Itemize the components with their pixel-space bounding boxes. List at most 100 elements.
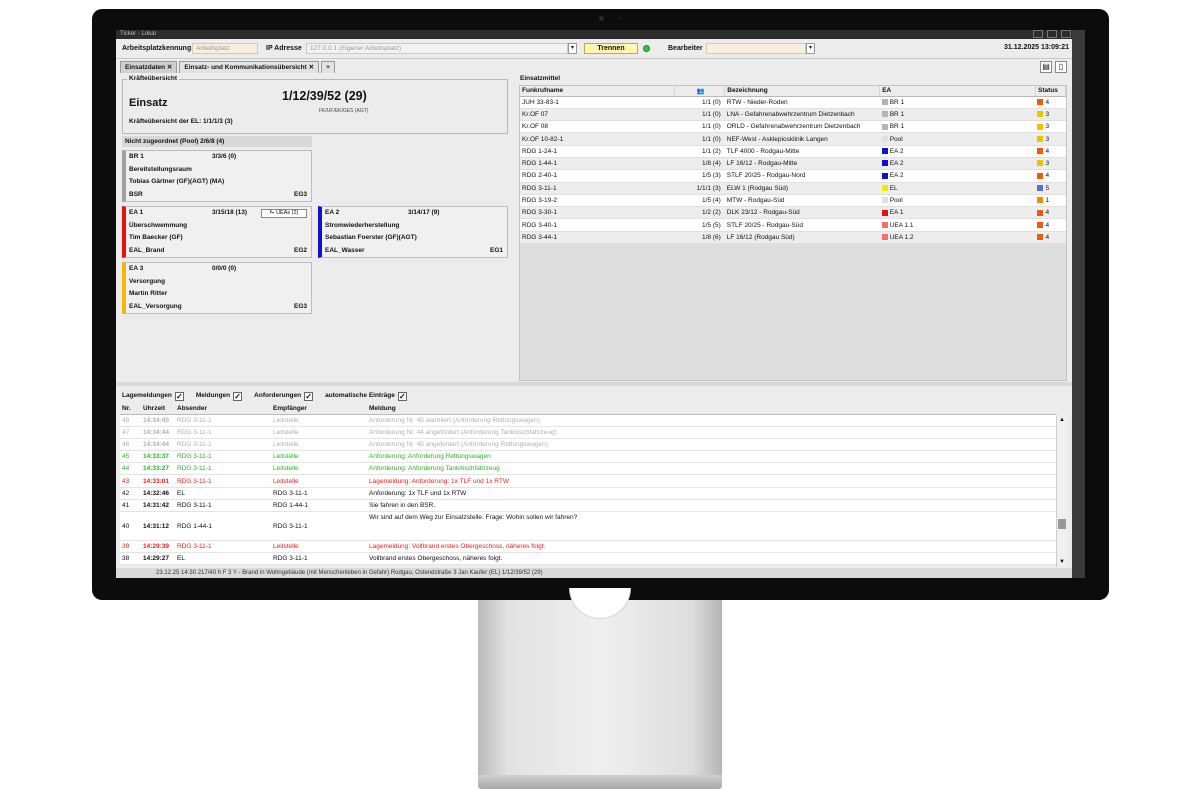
ip-select[interactable]: 127.0.0.1 (Eigener Arbeitsplatz) [306,43,568,54]
tab-einsatzdaten[interactable]: Einsatzdaten ✕ [120,61,178,73]
card-purpose: Stromwiederherstellung [325,221,400,229]
filter-meldungen[interactable]: Meldungen ✓ [196,391,243,401]
card-ea2[interactable]: EA 2 3/14/17 (9) Stromwiederherstellung S… [318,206,508,258]
cell-status: 3 [1035,157,1066,171]
einsatzmittel-row[interactable]: RDG 3-11-1 1/1/1 (3) ELW 1 (Rodgau Süd) EL 5 [520,182,1066,195]
card-ea1[interactable]: EA 1 3/15/18 (13) ⮑ UEAs (2) Überschwemmun… [122,206,312,258]
filter-anforderungen[interactable]: Anforderungen ✓ [254,391,314,401]
log-row[interactable]: 47 14:34:44 RDG 3-11-1 Leitstelle Anforderun… [120,426,1056,439]
log-row[interactable]: 41 14:31:42 RDG 3-11-1 RDG 1-44-1 Sie fahren… [120,499,1056,513]
cell-status: 4 [1035,96,1066,109]
bearbeiter-input[interactable] [706,43,806,54]
col-uhrzeit[interactable]: Uhrzeit [141,404,175,415]
card-purpose: Überschwemmung [129,221,188,229]
pool-group[interactable]: Nicht zugeordnet (Pool) 2/6/8 (4) [122,136,312,147]
scroll-thumb[interactable] [1058,519,1066,529]
log-row[interactable]: 43 14:33:01 RDG 3-11-1 Leitstelle Lagemeldun… [120,474,1056,488]
card-ea3[interactable]: EA 3 0/0/0 (0) Versorgung Martin Ritter E… [122,262,312,314]
ip-dropdown-icon[interactable]: ▾ [568,43,577,54]
ea-color-swatch [881,234,888,241]
card-br1[interactable]: BR 1 3/3/6 (0) Bereitstellungsraum Tobias… [122,150,312,202]
cell-status: 3 [1035,120,1066,134]
log-scrollbar[interactable]: ▲ ▼ [1056,415,1067,567]
col-absender[interactable]: Absender [175,404,271,415]
col-nr[interactable]: Nr. [120,404,141,415]
arbeitsplatz-input[interactable]: Arbeitsplatz [192,43,258,54]
log-cell-zeit: 14:34:45 [141,414,175,427]
log-row[interactable]: 40 14:31:12 RDG 1-44-1 RDG 3-11-1 Wir sind a… [120,511,1056,541]
einsatzmittel-row[interactable]: RDG 1-24-1 1/1 (2) TLF 4000 - Rodgau-Mitte… [520,145,1066,158]
einsatzmittel-row[interactable]: RDG 2-40-1 1/5 (3) STLF 20/25 - Rodgau-Nor… [520,169,1066,183]
checkbox-icon[interactable]: ✓ [174,391,184,401]
tab-kommunikation[interactable]: Einsatz- und Kommunikationsübersicht ✕ [179,61,320,73]
log-cell-zeit: 14:32:46 [141,487,175,500]
log-cell-msg: Lagemeldung: Vollbrand erstes Obergescho… [367,540,1056,554]
einsatzmittel-title: Einsatzmittel [520,75,561,82]
einsatzmittel-row[interactable]: RDG 3-40-1 1/5 (5) STLF 20/25 - Rodgau-Süd… [520,218,1066,232]
scroll-up-icon[interactable]: ▲ [1057,415,1067,425]
einsatzmittel-row[interactable]: Kr.OF 08 1/1 (0) ORLD - Gefahrenabwehrzent… [520,120,1066,134]
ea-color-swatch [881,160,888,167]
cell-status: 4 [1035,231,1066,245]
cell-status: 1 [1035,194,1066,208]
bearbeiter-dropdown-icon[interactable]: ▾ [806,43,815,54]
einsatzmittel-row[interactable]: RDG 3-19-2 1/5 (4) MTW - Rodgau-Süd Pool 1 [520,194,1066,208]
einsatzmittel-row[interactable]: RDG 3-30-1 1/2 (2) DLK 23/12 - Rodgau-Süd E… [520,206,1066,220]
log-cell-zeit: 14:31:42 [141,499,175,513]
cell-status: 4 [1035,169,1066,183]
col-bezeichnung[interactable]: Bezeichnung [724,86,881,97]
tab-bar: Einsatzdaten ✕ Einsatz- und Kommunikatio… [120,61,337,73]
log-cell-abs: RDG 3-11-1 [175,414,271,427]
checkbox-icon[interactable]: ✓ [233,391,243,401]
ueas-button[interactable]: ⮑ UEAs (2) [261,209,307,218]
log-row[interactable]: 38 14:29:27 EL RDG 3-11-1 Vollbrand erstes O… [120,552,1056,566]
einsatzmittel-row[interactable]: JUH 33-83-1 1/1 (0) RTW - Nieder-Roden BR 1… [520,96,1066,109]
cell-funkrufname: RDG 3-19-2 [520,194,675,208]
monitor-stand-base [478,775,722,789]
status-color-swatch [1037,172,1044,179]
minimize-icon[interactable] [1033,30,1043,38]
people-icon[interactable]: 👥 [674,86,726,97]
log-cell-emp: Leitstelle [271,426,367,439]
add-tab-button[interactable]: + [321,61,336,73]
scroll-down-icon[interactable]: ▼ [1057,557,1067,567]
card-leader: Tim Baecker (GF) [129,234,183,241]
col-status[interactable]: Status [1035,86,1067,97]
checkbox-icon[interactable]: ✓ [397,391,407,401]
card-name: BR 1 [129,153,144,160]
card-purpose: Bereitstellungsraum [129,165,192,173]
log-row[interactable]: 46 14:34:44 RDG 3-11-1 Leitstelle Anforderun… [120,438,1056,452]
status-color-swatch [1037,160,1044,167]
col-funkrufname[interactable]: Funkrufname [520,86,676,97]
filter-automatische-eintraege[interactable]: automatische Einträge ✓ [325,391,407,401]
col-empfaenger[interactable]: Empfänger [271,404,367,415]
camera-led [619,17,622,20]
trennen-button[interactable]: Trennen [584,43,638,54]
einsatzmittel-row[interactable]: Kr.OF 07 1/1 (0) LNA - Gefahrenabwehrzentr… [520,108,1066,122]
einsatzmittel-row[interactable]: RDG 3-44-1 1/8 (6) LF 16/12 (Rodgau Süd) UE… [520,231,1066,245]
maximize-icon[interactable] [1047,30,1057,38]
ea-color-swatch [881,197,888,204]
status-color-swatch [1037,135,1044,142]
cell-bezeichnung: STLF 20/25 - Rodgau-Süd [724,218,880,232]
panel-splitter[interactable] [116,382,1085,386]
checkbox-icon[interactable]: ✓ [304,391,314,401]
col-ea[interactable]: EA [879,86,1036,97]
log-row[interactable]: 48 14:34:45 RDG 3-11-1 Leitstelle Anforderun… [120,414,1056,427]
log-row[interactable]: 44 14:33:27 RDG 3-11-1 Leitstelle Anforderun… [120,462,1056,476]
einsatzmittel-row[interactable]: RDG 1-44-1 1/8 (4) LF 16/12 - Rodgau-Mitte… [520,157,1066,171]
cell-staerke: 1/5 (3) [674,169,725,183]
log-row[interactable]: 39 14:29:39 RDG 3-11-1 Leitstelle Lagemeldun… [120,540,1056,554]
cell-status: 5 [1035,182,1066,195]
close-icon[interactable] [1061,30,1071,38]
log-cell-nr: 42 [120,487,141,500]
log-row[interactable]: 42 14:32:46 EL RDG 3-11-1 Anforderung: 1x TL… [120,487,1056,500]
export-icon[interactable]: ▤ [1040,61,1052,73]
log-cell-nr: 47 [120,426,141,439]
document-icon[interactable]: ▯ [1055,61,1067,73]
card-group: EG2 [293,246,307,254]
log-row[interactable]: 45 14:33:37 RDG 3-11-1 Leitstelle Anforderun… [120,450,1056,464]
einsatzmittel-row[interactable]: Kr.OF 10-82-1 1/1 (0) NEF-West - Asklepios… [520,132,1066,146]
filter-lagemeldungen[interactable]: Lagemeldungen ✓ [122,391,184,401]
col-meldung[interactable]: Meldung [367,404,1056,415]
